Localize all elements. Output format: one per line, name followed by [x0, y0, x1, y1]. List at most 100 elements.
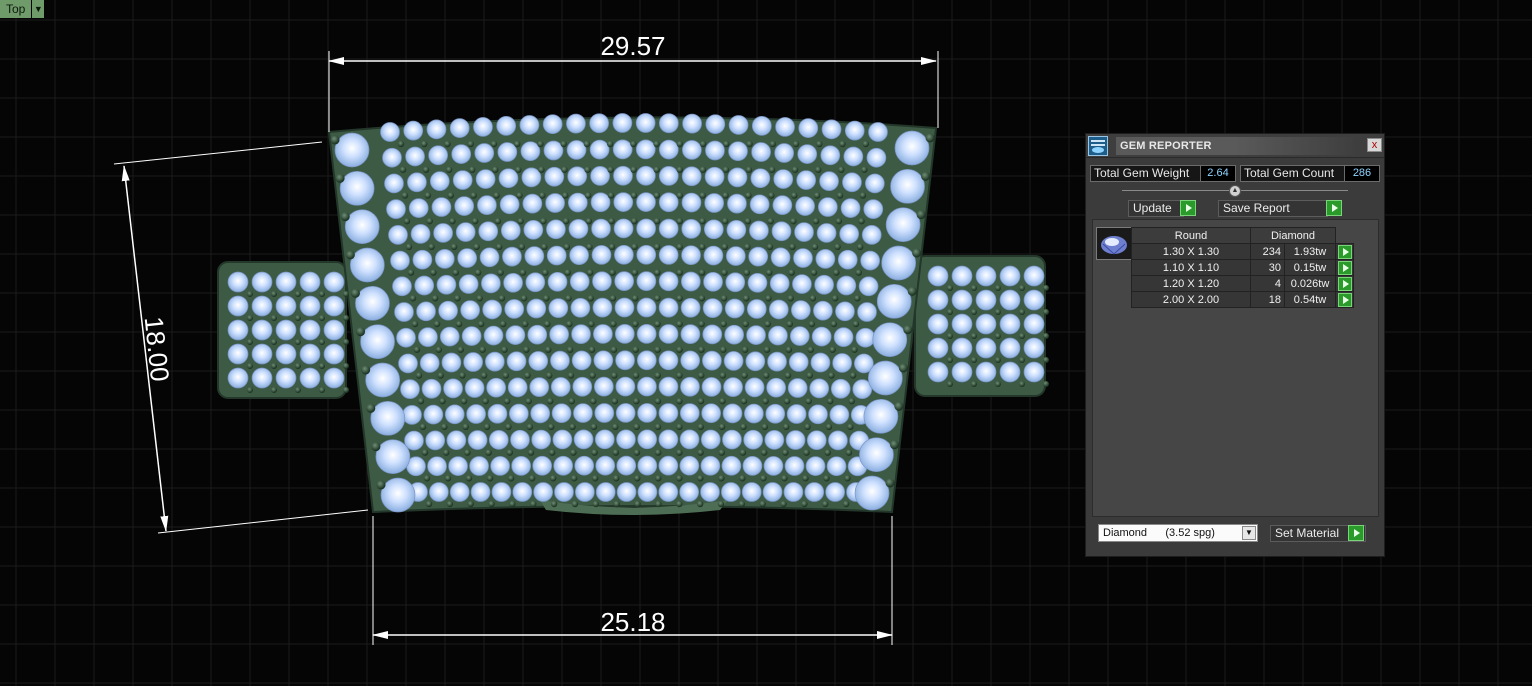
- gem: [927, 337, 949, 359]
- prong: [497, 269, 504, 276]
- gem: [592, 271, 612, 292]
- gem: [614, 244, 634, 265]
- prong: [1043, 381, 1049, 387]
- table-row[interactable]: 1.30 X 1.30 234 1.93tw: [1131, 243, 1354, 260]
- prong: [633, 449, 641, 456]
- table-row[interactable]: 2.00 X 2.00 18 0.54tw: [1131, 291, 1354, 308]
- gem: [658, 350, 679, 371]
- prong: [371, 442, 381, 452]
- prong: [295, 387, 301, 393]
- prong: [343, 291, 349, 297]
- gem: [481, 273, 501, 294]
- gem: [820, 145, 841, 166]
- prong: [520, 295, 528, 302]
- prong: [1019, 333, 1025, 339]
- gem: [658, 139, 679, 160]
- play-arrow-icon[interactable]: [1337, 276, 1352, 291]
- gem: [773, 169, 794, 189]
- prong: [568, 397, 575, 405]
- gem: [299, 295, 321, 317]
- gem: [520, 141, 541, 162]
- gem: [484, 351, 505, 372]
- play-arrow-icon[interactable]: [1337, 292, 1352, 307]
- gem: [829, 404, 850, 425]
- gem: [323, 271, 345, 293]
- gem: [658, 271, 679, 292]
- table-row[interactable]: 1.10 X 1.10 30 0.15tw: [1131, 259, 1354, 276]
- play-arrow-icon[interactable]: [1337, 260, 1352, 275]
- prong: [433, 320, 441, 328]
- material-dropdown[interactable]: Diamond (3.52 spg) ▼: [1098, 524, 1258, 542]
- prong: [343, 387, 349, 393]
- set-material-play-icon[interactable]: [1348, 525, 1364, 541]
- gem: [728, 115, 749, 135]
- prong: [588, 320, 595, 328]
- prong: [606, 140, 614, 148]
- slider-handle[interactable]: ▲: [1229, 185, 1241, 197]
- select-row-button[interactable]: [1335, 291, 1354, 308]
- prong: [343, 363, 349, 369]
- prong: [462, 423, 469, 431]
- prong: [654, 372, 661, 379]
- view-label[interactable]: Top ▼: [0, 0, 45, 18]
- prong: [676, 500, 683, 508]
- prong: [567, 372, 575, 379]
- gem: [861, 225, 882, 245]
- close-icon[interactable]: x: [1367, 138, 1382, 152]
- gem: [855, 327, 876, 348]
- prong: [562, 217, 570, 225]
- gem: [680, 350, 701, 371]
- diamond-gem-icon[interactable]: [1096, 227, 1132, 260]
- prong: [947, 333, 953, 339]
- select-row-button[interactable]: [1335, 243, 1354, 260]
- gem: [323, 295, 345, 317]
- prong: [447, 192, 454, 199]
- gem: [783, 482, 804, 502]
- select-row-button[interactable]: [1335, 275, 1354, 292]
- play-arrow-icon[interactable]: [1337, 244, 1352, 259]
- chevron-down-icon[interactable]: ▼: [32, 0, 45, 18]
- gem: [589, 113, 609, 134]
- prong: [1019, 357, 1025, 363]
- update-button[interactable]: Update: [1128, 200, 1184, 217]
- gem: [449, 118, 470, 138]
- gem: [400, 379, 420, 399]
- prong: [825, 423, 833, 431]
- save-report-button[interactable]: Save Report: [1218, 200, 1328, 217]
- prong: [271, 315, 277, 321]
- gem: [418, 327, 438, 347]
- title-bar[interactable]: GEM REPORTER x: [1086, 134, 1384, 158]
- prong: [610, 320, 617, 328]
- prong: [563, 243, 571, 251]
- gem: [500, 220, 521, 241]
- table-row[interactable]: 1.20 X 1.20 4 0.026tw: [1131, 275, 1354, 292]
- gem: [334, 132, 370, 168]
- gem: [591, 245, 612, 265]
- prong: [907, 286, 917, 296]
- gem: [594, 403, 615, 423]
- prong: [653, 166, 660, 173]
- prong: [654, 269, 661, 276]
- gem-reporter-panel: GEM REPORTER x Total Gem Weight 2.64 Tot…: [1085, 133, 1385, 557]
- prong: [566, 320, 573, 328]
- gem: [865, 173, 885, 194]
- prong: [633, 423, 640, 431]
- prong: [506, 449, 513, 456]
- update-play-icon[interactable]: [1180, 200, 1196, 216]
- save-report-play-icon[interactable]: [1326, 200, 1342, 216]
- chevron-down-icon[interactable]: ▼: [1242, 526, 1256, 540]
- gem: [573, 429, 594, 450]
- prong: [811, 243, 819, 251]
- prong: [528, 475, 536, 482]
- select-row-button[interactable]: [1335, 259, 1354, 276]
- gem: [382, 147, 402, 168]
- gem: [487, 403, 508, 424]
- prong: [782, 449, 789, 456]
- gem: [488, 429, 509, 450]
- prong: [801, 500, 808, 508]
- gem: [836, 275, 857, 296]
- gem: [523, 219, 544, 240]
- gem: [805, 456, 826, 476]
- gem: [744, 403, 764, 424]
- prong: [740, 423, 747, 431]
